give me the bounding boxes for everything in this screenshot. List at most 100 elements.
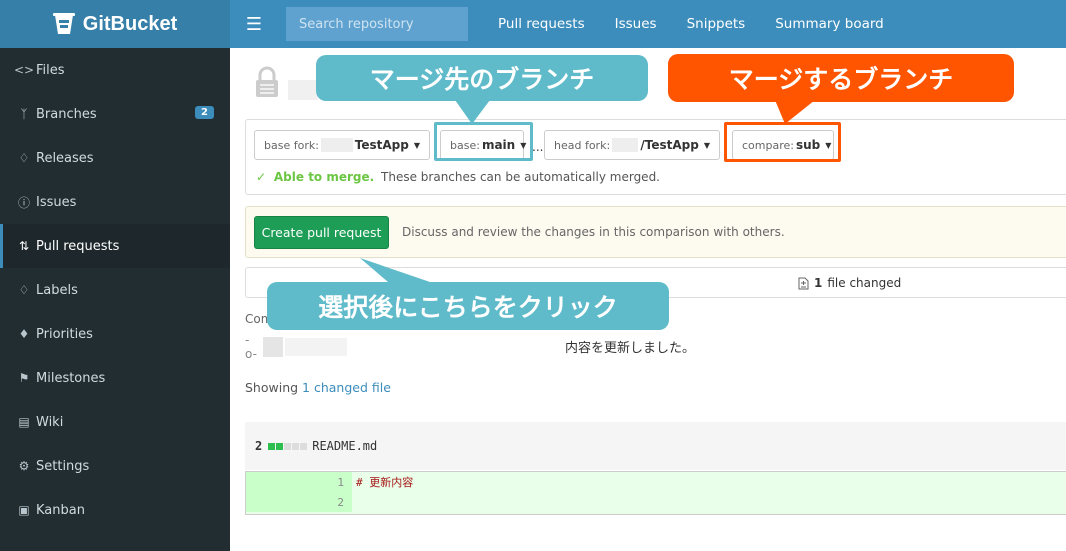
commit-message[interactable]: 内容を更新しました。 <box>565 337 695 356</box>
sidebar-item-label: Kanban <box>36 502 85 518</box>
commit-icon: -o- <box>245 333 257 361</box>
compare-separator: ... <box>532 140 544 154</box>
create-pull-request-button[interactable]: Create pull request <box>254 216 389 249</box>
sidebar-item-issues[interactable]: ⓘ Issues <box>0 180 230 224</box>
sidebar-item-priorities[interactable]: ♦ Priorities <box>0 312 230 356</box>
search-input[interactable] <box>286 7 468 41</box>
highlight-base-branch <box>434 122 533 161</box>
chevron-down-icon: ▼ <box>703 140 710 150</box>
diff-file-header: 2 README.md <box>245 422 1066 470</box>
book-icon: ▤ <box>18 415 30 429</box>
diff-additions-count: 2 <box>255 439 263 453</box>
nav-link-summary-board[interactable]: Summary board <box>775 16 884 32</box>
diff-line: 2 <box>246 492 1066 512</box>
sidebar-item-label: Issues <box>36 194 77 210</box>
sidebar-item-settings[interactable]: ⚙ Settings <box>0 444 230 488</box>
page-title-redacted <box>288 80 318 100</box>
callout-merge-source-text: マージするブランチ <box>728 65 954 94</box>
sidebar-item-label: Releases <box>36 150 94 166</box>
callout-click-after-text: 選択後にこちらをクリック <box>318 293 618 322</box>
gear-icon: ⚙ <box>18 459 30 473</box>
check-icon: ✓ <box>256 170 267 184</box>
pull-request-icon: ⇅ <box>18 239 30 253</box>
showing-prefix: Showing <box>245 380 299 395</box>
tag-icon: ♢ <box>18 151 30 165</box>
code-icon: <> <box>13 63 35 77</box>
chevron-down-icon: ▼ <box>413 140 420 150</box>
nav-link-pull-requests[interactable]: Pull requests <box>498 16 585 32</box>
top-navigation: ☰ Pull requests Issues Snippets Summary … <box>230 0 1066 48</box>
branch-icon: ᛉ <box>20 107 28 121</box>
commit-row: -o- 内容を更新しました。 <box>245 333 1065 361</box>
callout-click-after: 選択後にこちらをクリック <box>267 282 669 330</box>
merge-status-ok: Able to merge. <box>273 170 375 184</box>
diff-body: 1 # 更新内容 2 <box>245 471 1066 515</box>
callout-merge-source: マージするブランチ <box>668 54 1014 102</box>
diffstat-added <box>268 442 276 450</box>
sidebar-item-kanban[interactable]: ▣ Kanban <box>0 488 230 532</box>
head-fork-repo: /TestApp <box>640 138 699 152</box>
diffstat-neutral <box>284 442 292 450</box>
sidebar-item-label: Pull requests <box>36 238 120 254</box>
sidebar-item-label: Files <box>36 62 65 78</box>
nav-link-snippets[interactable]: Snippets <box>687 16 746 32</box>
changed-file-link[interactable]: 1 changed file <box>302 380 391 395</box>
commit-author-redacted <box>285 338 347 356</box>
files-changed-label: file changed <box>827 276 902 290</box>
app-name: GitBucket <box>82 12 178 35</box>
compare-panel: base fork: TestApp ▼ base: main ▼ ... he… <box>245 119 1066 195</box>
head-fork-select[interactable]: head fork: /TestApp ▼ <box>544 130 720 160</box>
merge-status: ✓ Able to merge. These branches can be a… <box>256 170 660 184</box>
milestone-icon: ⚑ <box>18 371 30 385</box>
merge-status-desc: These branches can be automatically merg… <box>381 170 660 184</box>
sidebar-item-label: Milestones <box>36 370 106 386</box>
sidebar-item-files[interactable]: <> Files <box>0 48 230 92</box>
sidebar-item-labels[interactable]: ♢ Labels <box>0 268 230 312</box>
branch-count-badge: 2 <box>195 106 214 119</box>
sidebar-item-milestones[interactable]: ⚑ Milestones <box>0 356 230 400</box>
inbox-icon: ▣ <box>18 503 30 517</box>
sidebar-item-label: Wiki <box>36 414 64 430</box>
line-number[interactable]: 2 <box>246 492 352 512</box>
diffstat-neutral <box>300 442 308 450</box>
sidebar-item-label: Priorities <box>36 326 93 342</box>
redacted-owner <box>612 138 639 152</box>
callout-merge-target-text: マージ先のブランチ <box>369 65 595 94</box>
diff-line: 1 # 更新内容 <box>246 472 1066 492</box>
files-changed-count: 1 <box>814 276 823 290</box>
diffstat-added <box>276 442 284 450</box>
head-fork-label: head fork: <box>554 138 611 152</box>
issue-icon: ⓘ <box>18 195 31 210</box>
files-changed-tab[interactable]: 1 file changed <box>798 276 901 290</box>
diffstat-neutral <box>292 442 300 450</box>
flame-icon: ♦ <box>18 327 30 341</box>
sidebar-item-label: Labels <box>36 282 78 298</box>
gitbucket-logo-icon <box>52 13 75 34</box>
sidebar-item-label: Settings <box>36 458 90 474</box>
diff-filename[interactable]: README.md <box>312 439 377 453</box>
highlight-compare-branch <box>724 122 841 162</box>
tag-icon: ♢ <box>18 283 30 297</box>
create-pr-panel: Create pull request Discuss and review t… <box>245 206 1066 258</box>
sidebar-item-pull-requests[interactable]: ⇅ Pull requests <box>0 224 230 268</box>
app-logo[interactable]: GitBucket <box>0 0 230 48</box>
base-fork-label: base fork: <box>264 138 319 152</box>
callout-merge-target: マージ先のブランチ <box>316 55 648 101</box>
sidebar: GitBucket <> Files ᛉ Branches 2 ♢ Releases ⓘ Iss… <box>0 0 230 551</box>
file-diff-icon <box>798 277 809 289</box>
line-number[interactable]: 1 <box>246 472 352 492</box>
base-fork-repo: TestApp <box>354 138 409 152</box>
base-fork-select[interactable]: base fork: TestApp ▼ <box>254 130 430 160</box>
sidebar-item-releases[interactable]: ♢ Releases <box>0 136 230 180</box>
sidebar-item-label: Branches <box>36 106 97 122</box>
avatar <box>263 337 283 357</box>
hamburger-menu-icon[interactable]: ☰ <box>234 14 274 35</box>
sidebar-item-branches[interactable]: ᛉ Branches 2 <box>0 92 230 136</box>
create-pr-description: Discuss and review the changes in this c… <box>402 225 785 239</box>
showing-summary: Showing 1 changed file <box>245 380 391 395</box>
nav-link-issues[interactable]: Issues <box>615 16 657 32</box>
redacted-owner <box>320 138 353 152</box>
top-nav-links: Pull requests Issues Snippets Summary bo… <box>498 16 884 32</box>
sidebar-item-wiki[interactable]: ▤ Wiki <box>0 400 230 444</box>
line-text: # 更新内容 <box>356 476 414 489</box>
